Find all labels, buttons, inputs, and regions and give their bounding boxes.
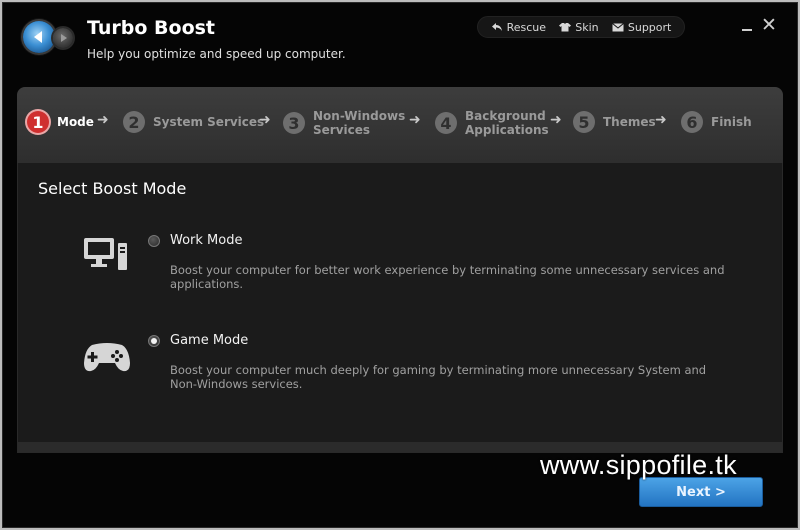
back-arrow-icon bbox=[34, 31, 42, 43]
description-line: applications. bbox=[170, 277, 244, 291]
forward-button[interactable] bbox=[53, 28, 73, 48]
forward-arrow-icon bbox=[61, 34, 67, 42]
step-label: Mode bbox=[57, 115, 94, 129]
game-mode-label[interactable]: Game Mode bbox=[170, 333, 248, 348]
arrow-right-icon: ➜ bbox=[550, 112, 562, 128]
shirt-icon bbox=[559, 23, 572, 32]
step-background-applications[interactable]: 4 Background Applications bbox=[435, 109, 549, 137]
step-label-line: Services bbox=[313, 123, 371, 137]
skin-label: Skin bbox=[575, 20, 599, 34]
step-label: Background Applications bbox=[465, 109, 549, 137]
work-mode-radio[interactable] bbox=[148, 235, 160, 247]
step-mode[interactable]: 1 Mode bbox=[27, 111, 94, 133]
computer-icon bbox=[84, 238, 127, 270]
work-mode-description: Boost your computer for better work expe… bbox=[170, 263, 730, 291]
step-label-line: Background bbox=[465, 109, 546, 123]
step-number: 6 bbox=[681, 111, 703, 133]
nav-buttons bbox=[23, 21, 79, 55]
mail-icon bbox=[612, 22, 624, 31]
minimize-button[interactable] bbox=[741, 19, 753, 31]
rescue-label: Rescue bbox=[506, 20, 547, 34]
step-system-services[interactable]: 2 System Services bbox=[123, 111, 264, 133]
game-mode-radio[interactable] bbox=[148, 335, 160, 347]
work-mode-label[interactable]: Work Mode bbox=[170, 233, 242, 248]
arrow-right-icon: ➜ bbox=[655, 112, 667, 128]
steps-bar: 1 Mode ➜ 2 System Services ➜ 3 Non-Windo… bbox=[17, 87, 783, 163]
app-subtitle: Help you optimize and speed up computer. bbox=[87, 47, 346, 61]
step-label-line: Applications bbox=[465, 123, 549, 137]
step-number: 3 bbox=[283, 112, 305, 134]
rescue-link[interactable]: Rescue bbox=[491, 21, 546, 34]
boost-mode-panel: Select Boost Mode Work Mode Boost your c… bbox=[17, 163, 783, 453]
arrow-right-icon: ➜ bbox=[409, 112, 421, 128]
step-number: 2 bbox=[123, 111, 145, 133]
step-label: Non-Windows Services bbox=[313, 109, 405, 137]
step-label: System Services bbox=[153, 115, 265, 129]
step-label: Finish bbox=[711, 115, 752, 129]
support-label: Support bbox=[627, 20, 672, 34]
description-line: Boost your computer for better work expe… bbox=[170, 263, 725, 277]
step-number: 4 bbox=[435, 112, 457, 134]
close-button[interactable]: ✕ bbox=[761, 16, 777, 35]
panel-title: Select Boost Mode bbox=[38, 179, 187, 198]
watermark-text: www.sippofile.tk bbox=[540, 450, 737, 480]
step-number: 1 bbox=[27, 111, 49, 133]
support-link[interactable]: Support bbox=[612, 21, 671, 34]
gamepad-icon bbox=[84, 343, 130, 372]
step-themes[interactable]: 5 Themes bbox=[573, 111, 656, 133]
back-button[interactable] bbox=[23, 21, 55, 53]
skin-link[interactable]: Skin bbox=[559, 20, 599, 34]
description-line: Boost your computer much deeply for gami… bbox=[170, 363, 707, 377]
undo-arrow-icon bbox=[491, 23, 502, 31]
step-number: 5 bbox=[573, 111, 595, 133]
step-label: Themes bbox=[603, 115, 656, 129]
description-line: Non-Windows services. bbox=[170, 377, 303, 391]
arrow-right-icon: ➜ bbox=[97, 112, 109, 128]
top-links: Rescue Skin Support bbox=[477, 16, 685, 38]
minimize-icon bbox=[742, 29, 752, 31]
step-finish[interactable]: 6 Finish bbox=[681, 111, 752, 133]
app-title: Turbo Boost bbox=[87, 17, 216, 39]
next-button[interactable]: Next > bbox=[639, 477, 763, 507]
close-icon: ✕ bbox=[761, 14, 777, 36]
arrow-right-icon: ➜ bbox=[259, 112, 271, 128]
step-non-windows-services[interactable]: 3 Non-Windows Services bbox=[283, 109, 405, 137]
game-mode-description: Boost your computer much deeply for gami… bbox=[170, 363, 730, 391]
step-label-line: Non-Windows bbox=[313, 109, 406, 123]
